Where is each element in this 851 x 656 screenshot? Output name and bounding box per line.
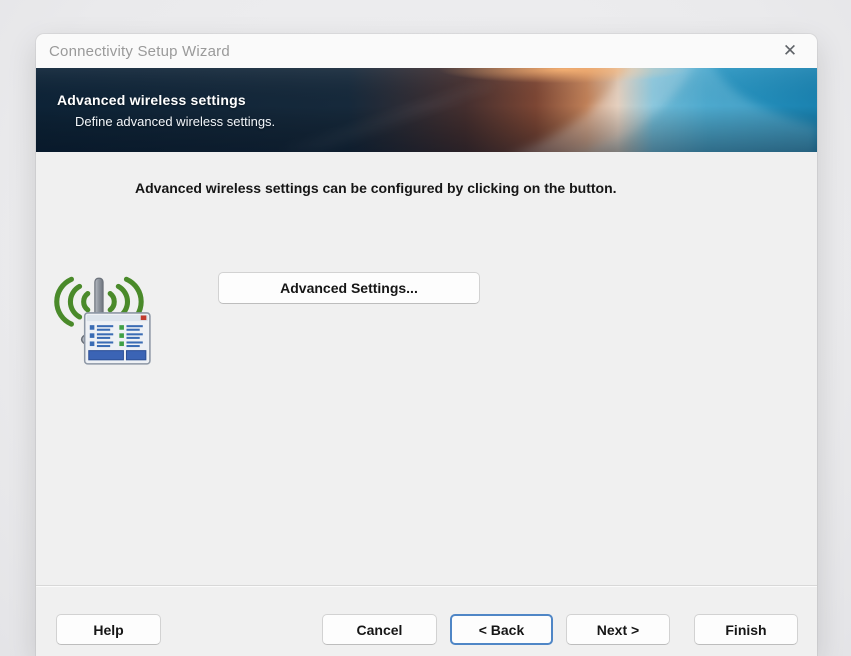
title-bar[interactable]: Connectivity Setup Wizard ✕ <box>36 34 817 68</box>
cancel-button[interactable]: Cancel <box>322 614 437 645</box>
wireless-antenna-settings-icon <box>54 276 151 365</box>
wizard-step-subtitle: Define advanced wireless settings. <box>75 114 276 129</box>
footer-separator-highlight <box>36 586 817 587</box>
desktop-background: Connectivity Setup Wizard ✕ Advanced wir… <box>0 0 851 656</box>
back-button[interactable]: < Back <box>450 614 553 645</box>
close-icon[interactable]: ✕ <box>771 36 809 66</box>
instruction-text: Advanced wireless settings can be config… <box>135 180 617 196</box>
banner-text-block: Advanced wireless settings Define advanc… <box>57 92 275 129</box>
finish-button[interactable]: Finish <box>694 614 798 645</box>
advanced-settings-button[interactable]: Advanced Settings... <box>218 272 480 304</box>
next-button[interactable]: Next > <box>566 614 670 645</box>
window-title: Connectivity Setup Wizard <box>49 42 230 60</box>
wizard-step-title: Advanced wireless settings <box>57 92 246 108</box>
wizard-header-banner: Advanced wireless settings Define advanc… <box>36 68 817 152</box>
help-button[interactable]: Help <box>56 614 161 645</box>
connectivity-setup-wizard-dialog: Connectivity Setup Wizard ✕ Advanced wir… <box>36 34 817 656</box>
